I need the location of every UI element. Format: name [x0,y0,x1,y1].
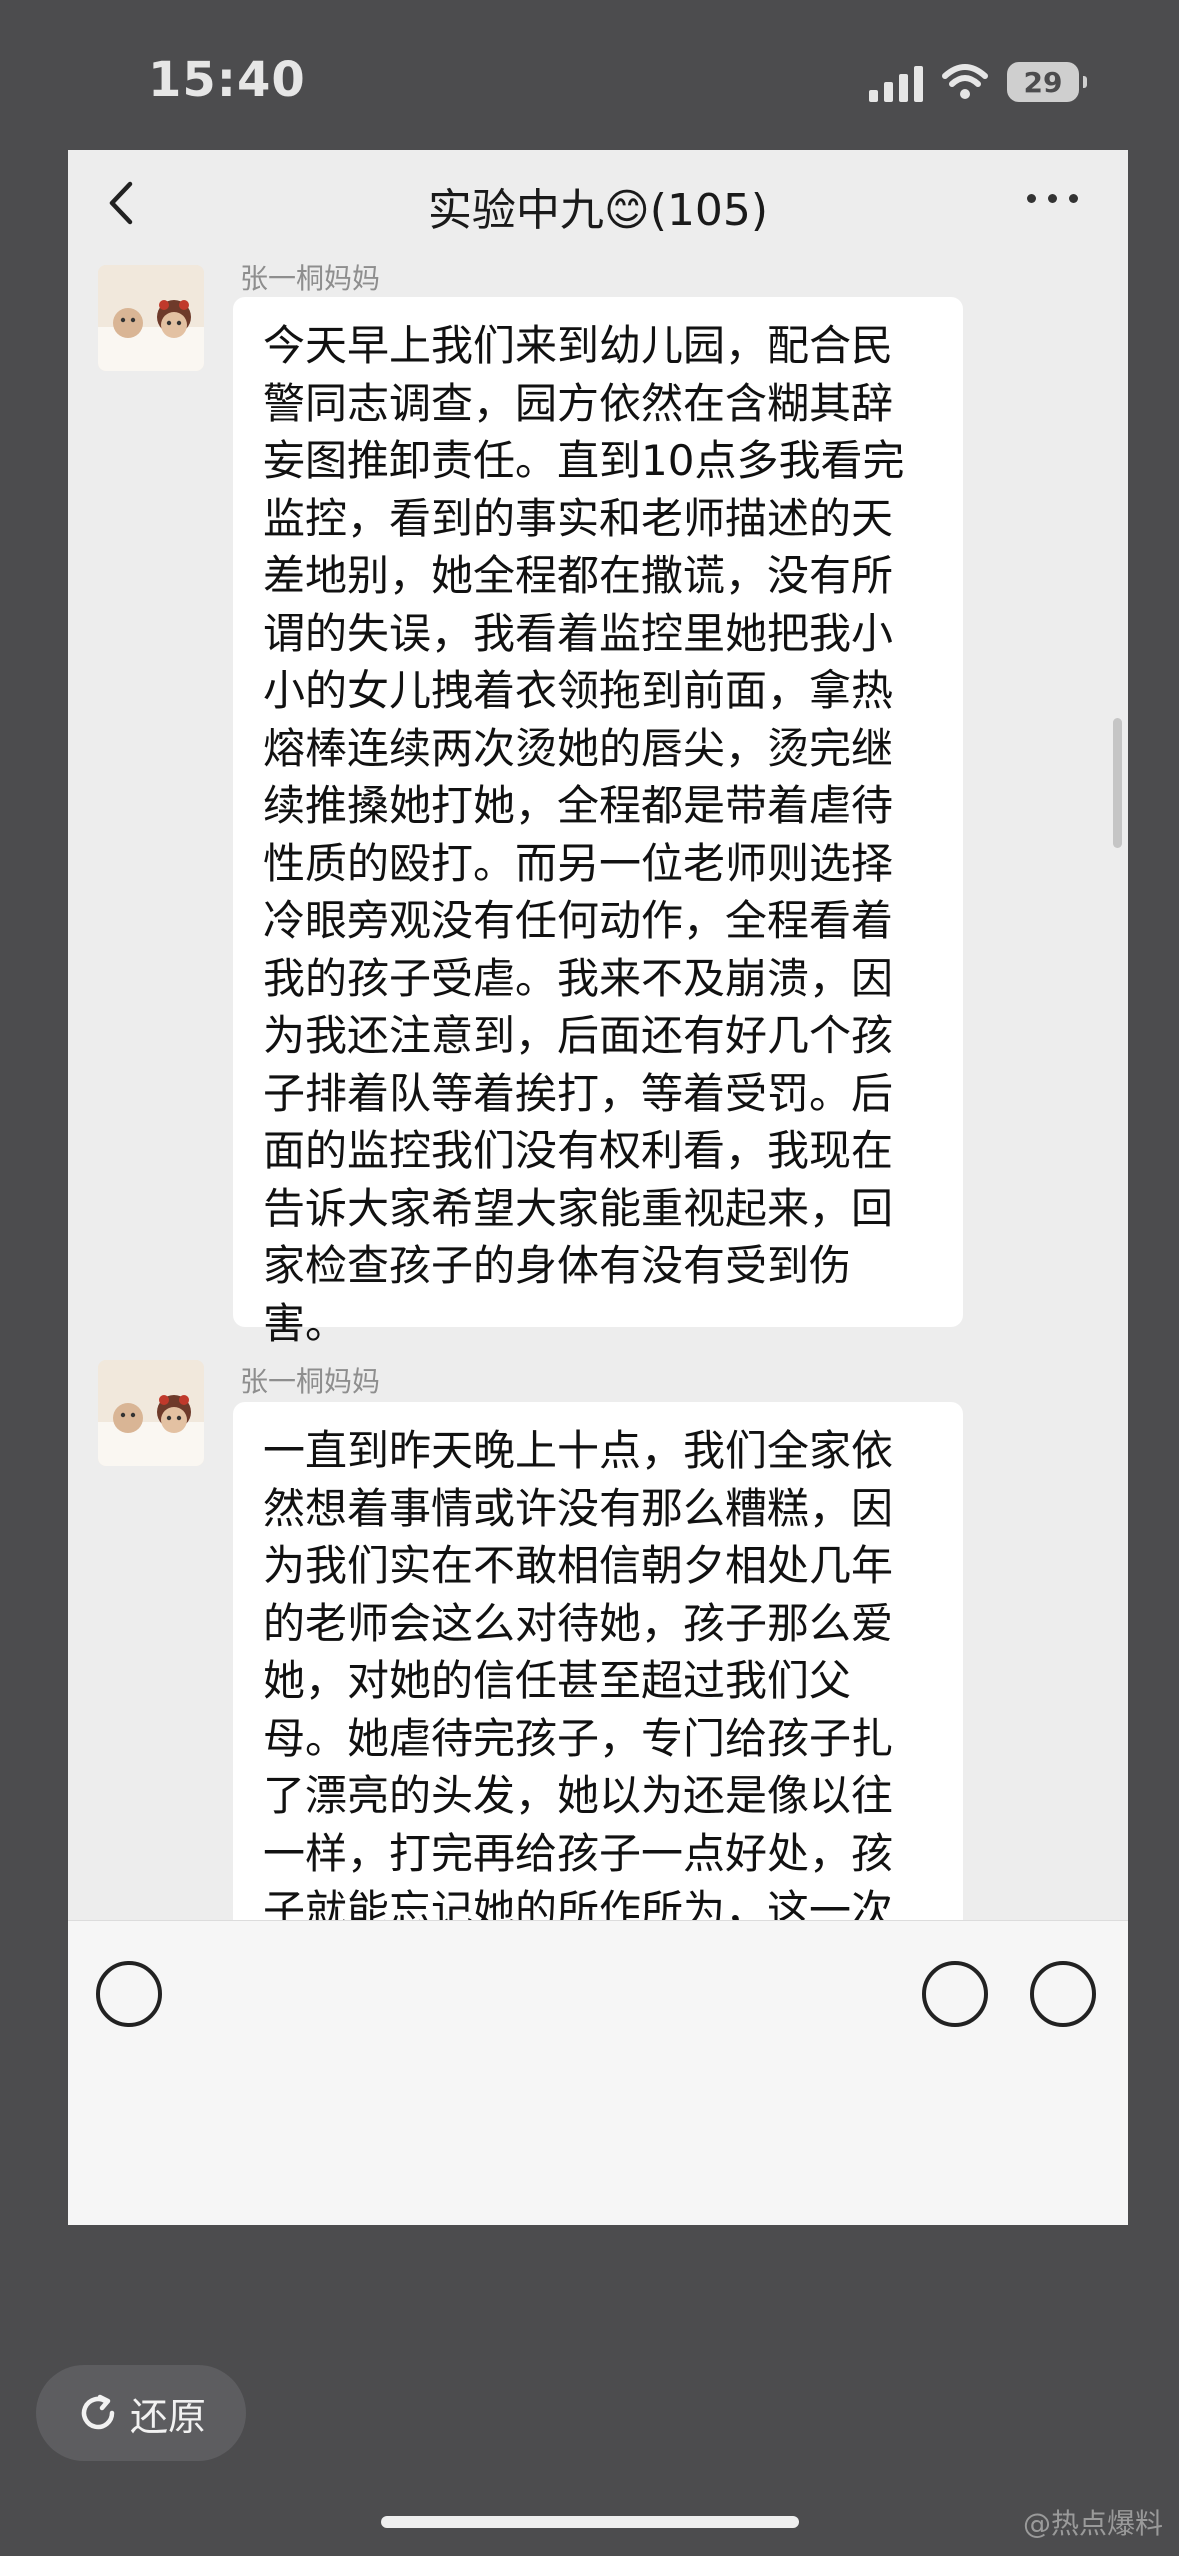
avatar[interactable] [98,265,204,371]
avatar[interactable] [98,1360,204,1466]
status-bar: 15:40 29 [0,0,1179,150]
emoji-icon[interactable] [922,1961,988,2027]
restore-button[interactable]: 还原 [36,2365,246,2461]
input-bar [68,1920,1128,2225]
more-options-icon[interactable] [1027,194,1078,203]
chat-title: 实验中九😊(105) [427,185,769,236]
scrollbar[interactable] [1113,718,1122,848]
message-bubble[interactable]: 今天早上我们来到幼儿园，配合民警同志调查，园方依然在含糊其辞妄图推卸责任。直到1… [233,297,963,1348]
home-indicator[interactable] [381,2516,799,2528]
add-icon[interactable] [1030,1961,1096,2027]
message-text: 今天早上我们来到幼儿园，配合民警同志调查，园方依然在含糊其辞妄图推卸责任。直到1… [263,321,905,1348]
status-icons: 29 [869,60,1087,104]
signal-icon [869,62,923,102]
battery-indicator: 29 [1007,62,1087,102]
restore-label: 还原 [129,2394,206,2439]
chat-window: 实验中九😊(105) 张一桐妈妈 今天早上我们来到幼儿园，配合民警同志调查，园方… [68,150,1128,2225]
chat-header: 实验中九😊(105) [68,150,1128,255]
sender-name: 张一桐妈妈 [240,1365,381,1398]
watermark: @热点爆料 [1022,2507,1163,2540]
voice-input-icon[interactable] [96,1961,162,2027]
refresh-icon [81,2394,115,2430]
sender-name: 张一桐妈妈 [240,262,381,295]
wifi-icon [942,64,988,99]
status-time: 15:40 [148,52,306,108]
